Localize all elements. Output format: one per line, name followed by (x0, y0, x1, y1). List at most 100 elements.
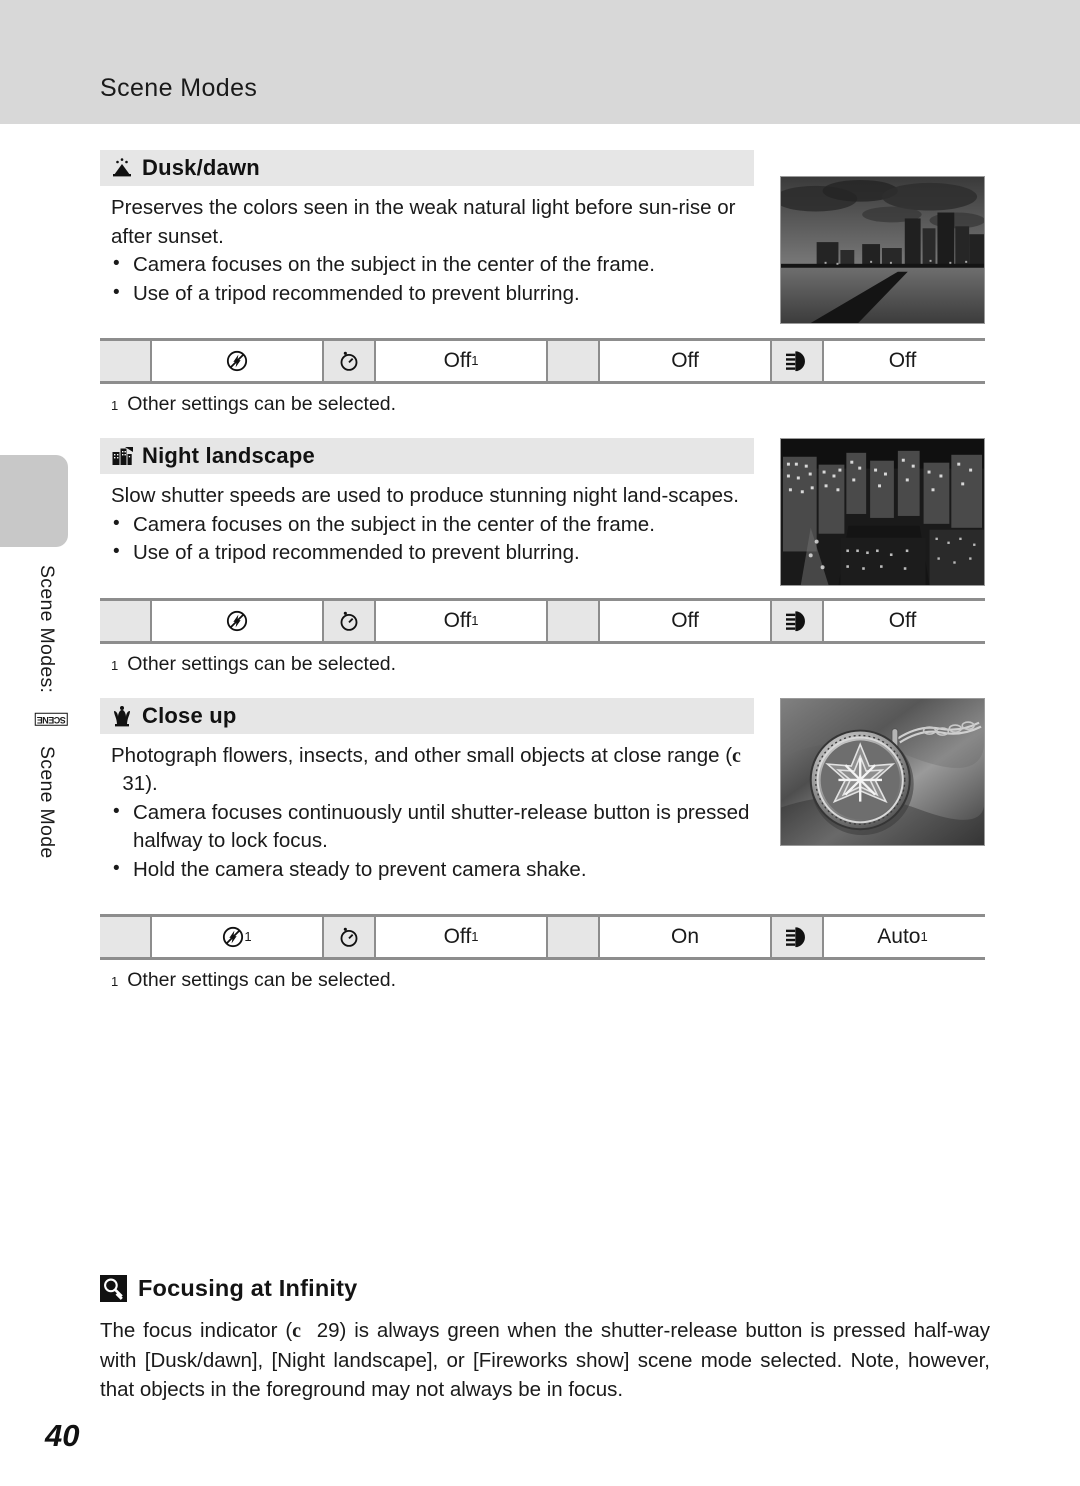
self-timer-value-text: Off (443, 349, 472, 372)
table-cell-exposure-value: Off (824, 341, 981, 381)
chapter-side-label-part1: Scene Modes: (36, 565, 58, 694)
settings-table-close-up: 1 Off 1 On Auto 1 (100, 914, 985, 960)
table-cell-flash-mode: 1 (152, 917, 324, 957)
footnote-number: 1 (111, 398, 119, 413)
table-cell-self-timer-icon (324, 341, 376, 381)
night-cityscape-photo (780, 438, 985, 586)
tip-heading: Focusing at Infinity (100, 1275, 990, 1302)
table-cell-exposure-value: Auto 1 (824, 917, 981, 957)
table-cell-self-timer-value: Off 1 (376, 341, 548, 381)
table-cell-self-timer-value: Off 1 (376, 917, 548, 957)
reference-book-icon: c (292, 1320, 302, 1342)
section-body-night-landscape: Slow shutter speeds are used to produce … (100, 474, 754, 568)
list-item: Use of a tripod recommended to prevent b… (111, 538, 754, 568)
footnote-text: Other settings can be selected. (127, 393, 397, 415)
table-cell-exposure-icon (772, 600, 824, 641)
flash-off-icon (226, 350, 248, 372)
tip-magnifier-icon (100, 1275, 127, 1302)
tip-body-text: The focus indicator (c 29) is always gre… (100, 1316, 990, 1404)
tip-reference-page-number: 29 (316, 1319, 340, 1342)
table-cell-blank-left (100, 341, 152, 381)
footnote-text: Other settings can be selected. (127, 969, 397, 991)
table-cell-exposure-icon (772, 917, 824, 957)
section-bullet-list: Camera focuses on the subject in the cen… (111, 510, 754, 568)
flash-off-icon (222, 926, 244, 948)
pendant-close-up-photo (780, 697, 985, 846)
tip-title: Focusing at Infinity (138, 1275, 358, 1301)
footnote-dusk-dawn: 1 Other settings can be selected. (100, 393, 985, 416)
list-item: Camera focuses continuously until shutte… (111, 798, 754, 856)
footnote-night-landscape: 1 Other settings can be selected. (100, 653, 985, 676)
self-timer-value-text: Off (443, 608, 472, 632)
section-heading-night-landscape: Night landscape (100, 438, 754, 474)
paragraph-text-before-ref: Photograph flowers, insects, and other s… (111, 743, 733, 767)
section-title: Close up (142, 702, 237, 728)
settings-table-dusk-dawn: Off 1 Off Off (100, 338, 985, 384)
table-cell-self-timer-value: Off 1 (376, 600, 548, 641)
list-item: Use of a tripod recommended to prevent b… (111, 279, 754, 309)
section-title: Dusk/dawn (142, 155, 260, 180)
macro-value-text: Off (671, 349, 699, 372)
exposure-compensation-icon (785, 350, 809, 372)
macro-value-text: On (670, 925, 699, 948)
chapter-side-label-part2: Scene Mode (36, 745, 58, 859)
footnote-close-up: 1 Other settings can be selected. (100, 969, 985, 992)
section-heading-close-up: Close up (100, 697, 754, 734)
scene-mode-glyph-icon: SCENE (35, 713, 68, 727)
close-up-icon (111, 705, 133, 727)
table-cell-blank-macro (548, 600, 600, 641)
self-timer-value-text: Off (443, 925, 472, 948)
tip-text-before-ref: The focus indicator ( (100, 1319, 293, 1342)
page-title: Scene Modes (100, 74, 258, 102)
exposure-value-text: Off (888, 349, 917, 372)
self-timer-icon (338, 610, 360, 632)
chapter-tab-marker (0, 455, 68, 547)
section-heading-dusk-dawn: Dusk/dawn (100, 150, 754, 186)
table-cell-flash-mode (152, 341, 324, 381)
table-cell-blank-macro (548, 341, 600, 381)
section-body-close-up: Photograph flowers, insects, and other s… (100, 734, 754, 885)
footnote-number: 1 (111, 974, 119, 989)
self-timer-icon (338, 350, 360, 372)
settings-table-night-landscape: Off 1 Off Off (100, 597, 985, 644)
footnote-text: Other settings can be selected. (127, 652, 397, 675)
self-timer-icon (338, 926, 360, 948)
exposure-value-text: Auto (877, 925, 921, 948)
list-item: Camera focuses on the subject in the cen… (111, 510, 754, 540)
scene-block-night-landscape: Night landscape Slow shutter speeds are … (100, 438, 985, 676)
table-cell-exposure-value: Off (824, 600, 981, 641)
table-cell-exposure-icon (772, 341, 824, 381)
list-item: Hold the camera steady to prevent camera… (111, 855, 754, 885)
scene-block-dusk-dawn: Dusk/dawn Preserves the colors seen in t… (100, 150, 985, 416)
tip-section-focusing-at-infinity: Focusing at Infinity The focus indicator… (100, 1275, 990, 1404)
reference-page-number: 31 (122, 772, 146, 795)
page-header-band (0, 0, 1080, 124)
chapter-side-label: Scene Modes: SCENE Scene Mode (18, 565, 68, 925)
section-bullet-list: Camera focuses on the subject in the cen… (111, 250, 754, 309)
exposure-value-text: Off (888, 608, 917, 632)
section-paragraph: Slow shutter speeds are used to produce … (111, 484, 739, 507)
table-cell-blank-macro (548, 917, 600, 957)
section-paragraph: Preserves the colors seen in the weak na… (111, 196, 736, 248)
footnote-number: 1 (111, 657, 119, 673)
exposure-compensation-icon (785, 926, 809, 948)
section-paragraph: Photograph flowers, insects, and other s… (111, 742, 754, 799)
scene-block-close-up: Close up Photograph flowers, insects, an… (100, 697, 985, 993)
section-bullet-list: Camera focuses continuously until shutte… (111, 798, 754, 885)
night-landscape-icon (111, 445, 133, 467)
table-cell-flash-mode (152, 600, 324, 641)
list-item: Camera focuses on the subject in the cen… (111, 250, 754, 280)
table-cell-macro-value: Off (600, 600, 772, 641)
paragraph-text-after-ref: ). (145, 772, 158, 795)
page-number: 40 (45, 1418, 80, 1453)
content-column: Dusk/dawn Preserves the colors seen in t… (100, 124, 985, 992)
table-cell-blank-left (100, 600, 152, 641)
dusk-dawn-icon (111, 157, 133, 179)
table-cell-macro-value: On (600, 917, 772, 957)
table-cell-macro-value: Off (600, 341, 772, 381)
table-cell-blank-left (100, 917, 152, 957)
flash-off-icon (226, 610, 248, 632)
dusk-cityscape-photo (780, 176, 985, 324)
macro-value-text: Off (671, 608, 699, 632)
section-title: Night landscape (142, 443, 315, 468)
